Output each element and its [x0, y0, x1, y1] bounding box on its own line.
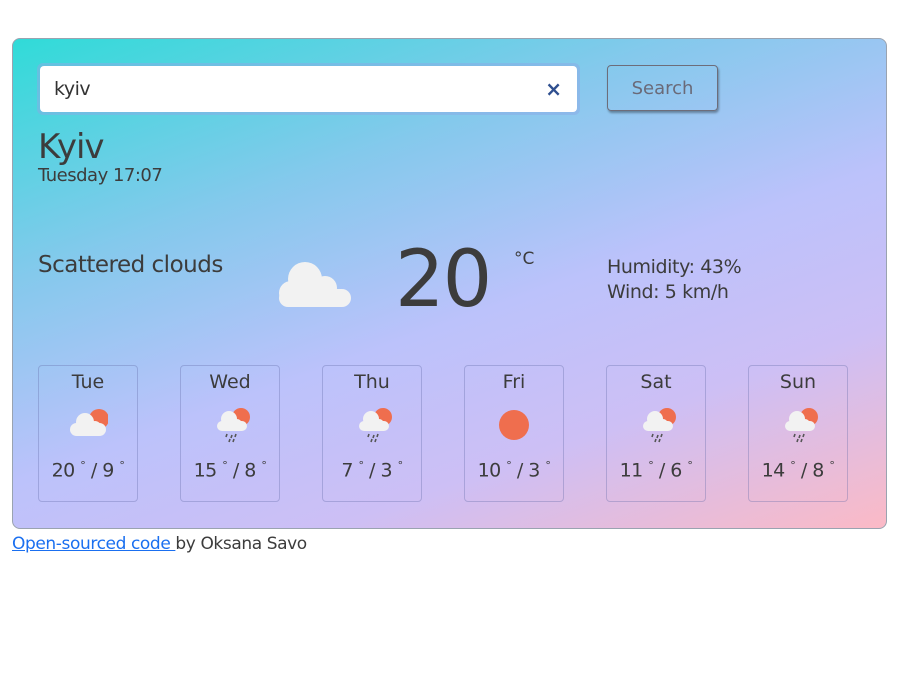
forecast-day-name: Thu [354, 371, 390, 393]
rain-sun-icon [785, 408, 818, 443]
city-name: Kyiv [38, 127, 105, 167]
search-button[interactable]: Search [607, 65, 718, 111]
author: by Oksana Savo [175, 534, 307, 554]
temperature: 20 [395, 235, 492, 325]
forecast-max: 20 [51, 459, 76, 482]
clear-icon[interactable]: × [545, 77, 562, 101]
forecast-temps: 11 ° / 6 ° [619, 459, 693, 482]
forecast-max: 7 [341, 459, 353, 482]
forecast-day-name: Tue [71, 371, 105, 393]
partly-cloudy-icon [70, 409, 108, 436]
search-box: × [37, 63, 580, 115]
humidity: Humidity: 43% [607, 256, 742, 278]
search-input[interactable] [40, 66, 577, 112]
forecast-max: 11 [619, 459, 644, 482]
weather-details: Humidity: 43% Wind: 5 km/h [607, 255, 742, 305]
forecast-day-name: Sat [640, 371, 672, 393]
forecast-temps: 7 ° / 3 ° [341, 459, 403, 482]
forecast-max: 14 [761, 459, 786, 482]
wind: Wind: 5 km/h [607, 281, 729, 303]
temperature-unit[interactable]: °C [514, 249, 534, 269]
date-time: Tuesday 17:07 [38, 165, 163, 186]
sun-icon [499, 410, 529, 440]
rain-sun-icon [643, 408, 676, 443]
source-code-link[interactable]: Open-sourced code [12, 534, 175, 554]
forecast-day: Wed 15 ° / 8 ° [180, 365, 280, 502]
forecast-min: 3 [380, 459, 393, 482]
forecast-day: Fri 10 ° / 3 ° [464, 365, 564, 502]
forecast-min: 8 [244, 459, 256, 482]
forecast-day: Thu 7 ° / 3 ° [322, 365, 422, 502]
forecast-temps: 10 ° / 3 ° [477, 459, 551, 482]
footer: Open-sourced code by Oksana Savo [12, 534, 307, 554]
forecast-day: Sun 14 ° / 8 ° [748, 365, 848, 502]
forecast-min: 9 [102, 459, 114, 482]
forecast-min: 6 [670, 459, 682, 482]
weather-card: × Search Kyiv Tuesday 17:07 Scattered cl… [12, 38, 887, 529]
forecast-day: Sat 11 ° / 6 ° [606, 365, 706, 502]
forecast-max: 15 [193, 459, 218, 482]
rain-sun-icon [217, 408, 250, 443]
forecast-day-name: Wed [209, 371, 251, 393]
forecast-day-name: Fri [502, 371, 526, 393]
weather-description: Scattered clouds [38, 252, 223, 278]
forecast-day-name: Sun [779, 371, 817, 393]
rain-sun-icon [359, 408, 392, 443]
forecast-min: 3 [528, 459, 540, 482]
forecast-temps: 20 ° / 9 ° [51, 459, 125, 482]
forecast-max: 10 [477, 459, 502, 482]
forecast-day: Tue 20 ° / 9 ° [38, 365, 138, 502]
forecast-temps: 15 ° / 8 ° [193, 459, 267, 482]
cloud-icon [279, 262, 351, 307]
forecast-temps: 14 ° / 8 ° [761, 459, 835, 482]
forecast-min: 8 [812, 459, 824, 482]
